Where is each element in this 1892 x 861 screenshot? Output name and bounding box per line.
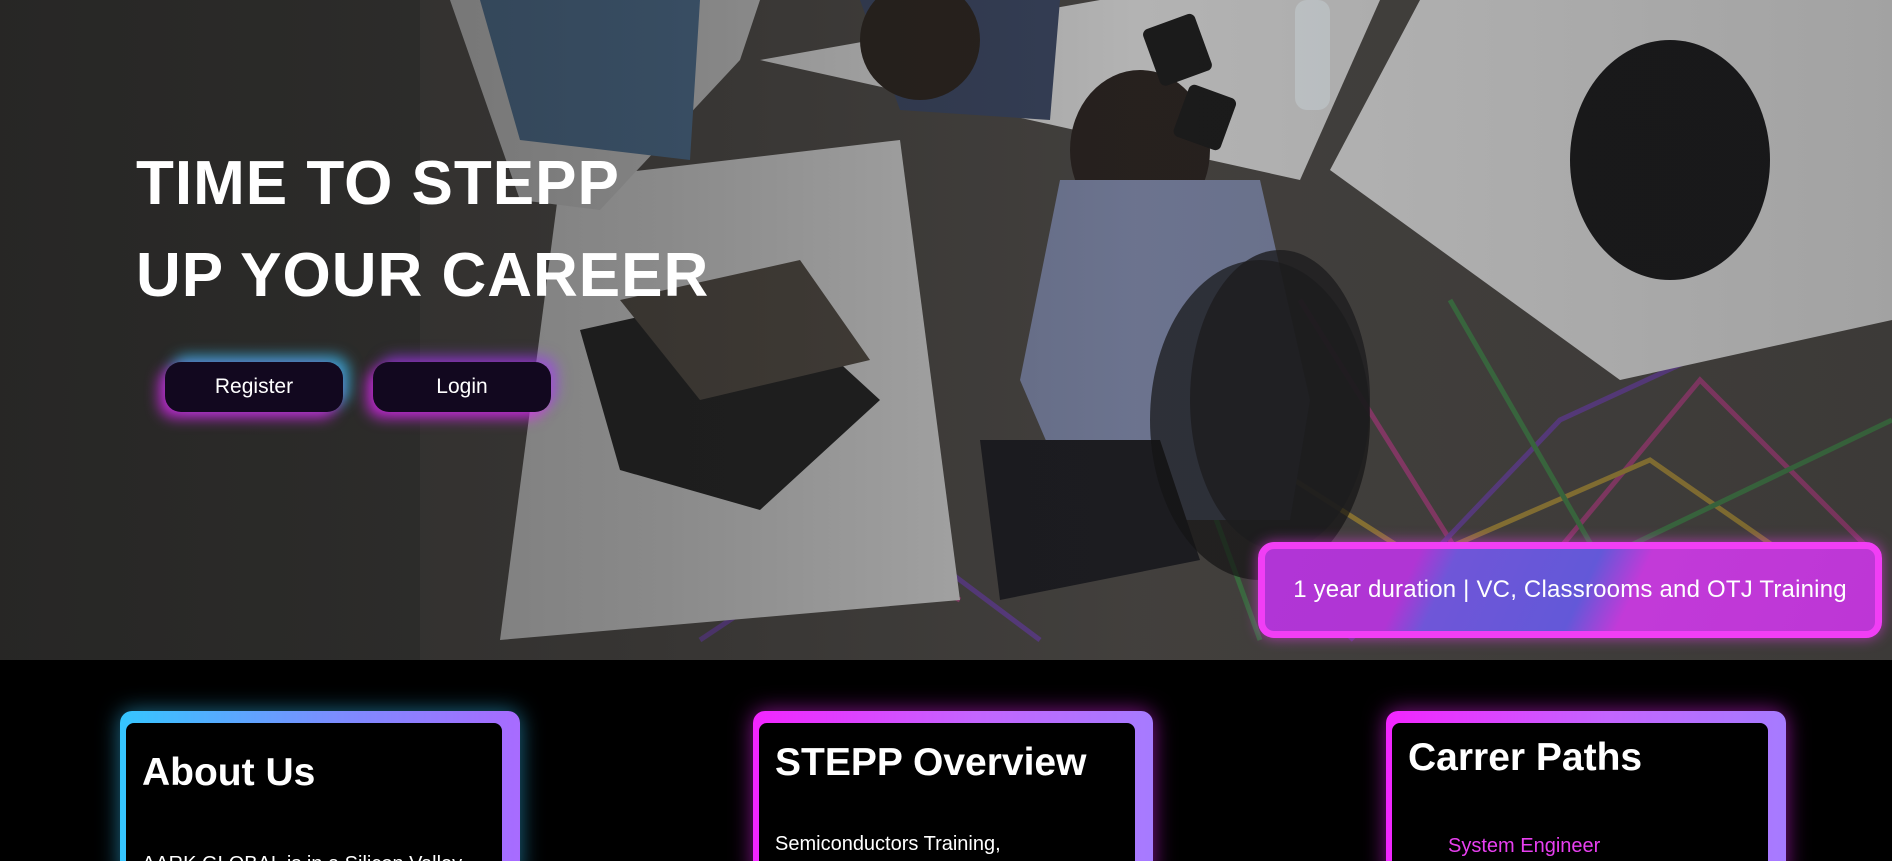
stepp-overview-text: Semiconductors Training, (775, 833, 1001, 855)
hero-title: TIME TO STEPP UP YOUR CAREER (136, 138, 709, 322)
duration-badge: 1 year duration | VC, Classrooms and OTJ… (1258, 542, 1882, 638)
career-link-system-engineer[interactable]: System Engineer (1448, 835, 1600, 858)
stepp-overview-card[interactable]: STEPP Overview Semiconductors Training, (753, 711, 1153, 861)
login-button[interactable]: Login (373, 362, 551, 412)
about-us-text: AARK GLOBAL is in a Silicon Valley (142, 853, 462, 861)
about-us-title: About Us (142, 751, 316, 794)
hero-section: TIME TO STEPP UP YOUR CAREER Register Lo… (0, 0, 1892, 660)
about-us-card-body: About Us AARK GLOBAL is in a Silicon Val… (126, 723, 502, 861)
register-button[interactable]: Register (165, 362, 343, 412)
hero-title-line-2: UP YOUR CAREER (136, 241, 710, 310)
hero-title-line-1: TIME TO STEPP (136, 149, 620, 218)
career-paths-card[interactable]: Carrer Paths System Engineer (1386, 711, 1786, 861)
duration-badge-text: 1 year duration | VC, Classrooms and OTJ… (1293, 576, 1847, 603)
about-us-card[interactable]: About Us AARK GLOBAL is in a Silicon Val… (120, 711, 520, 861)
career-paths-title: Carrer Paths (1408, 736, 1643, 779)
stepp-overview-card-body: STEPP Overview Semiconductors Training, (759, 723, 1135, 861)
career-paths-card-body: Carrer Paths System Engineer (1392, 723, 1768, 861)
stepp-overview-title: STEPP Overview (775, 741, 1087, 784)
